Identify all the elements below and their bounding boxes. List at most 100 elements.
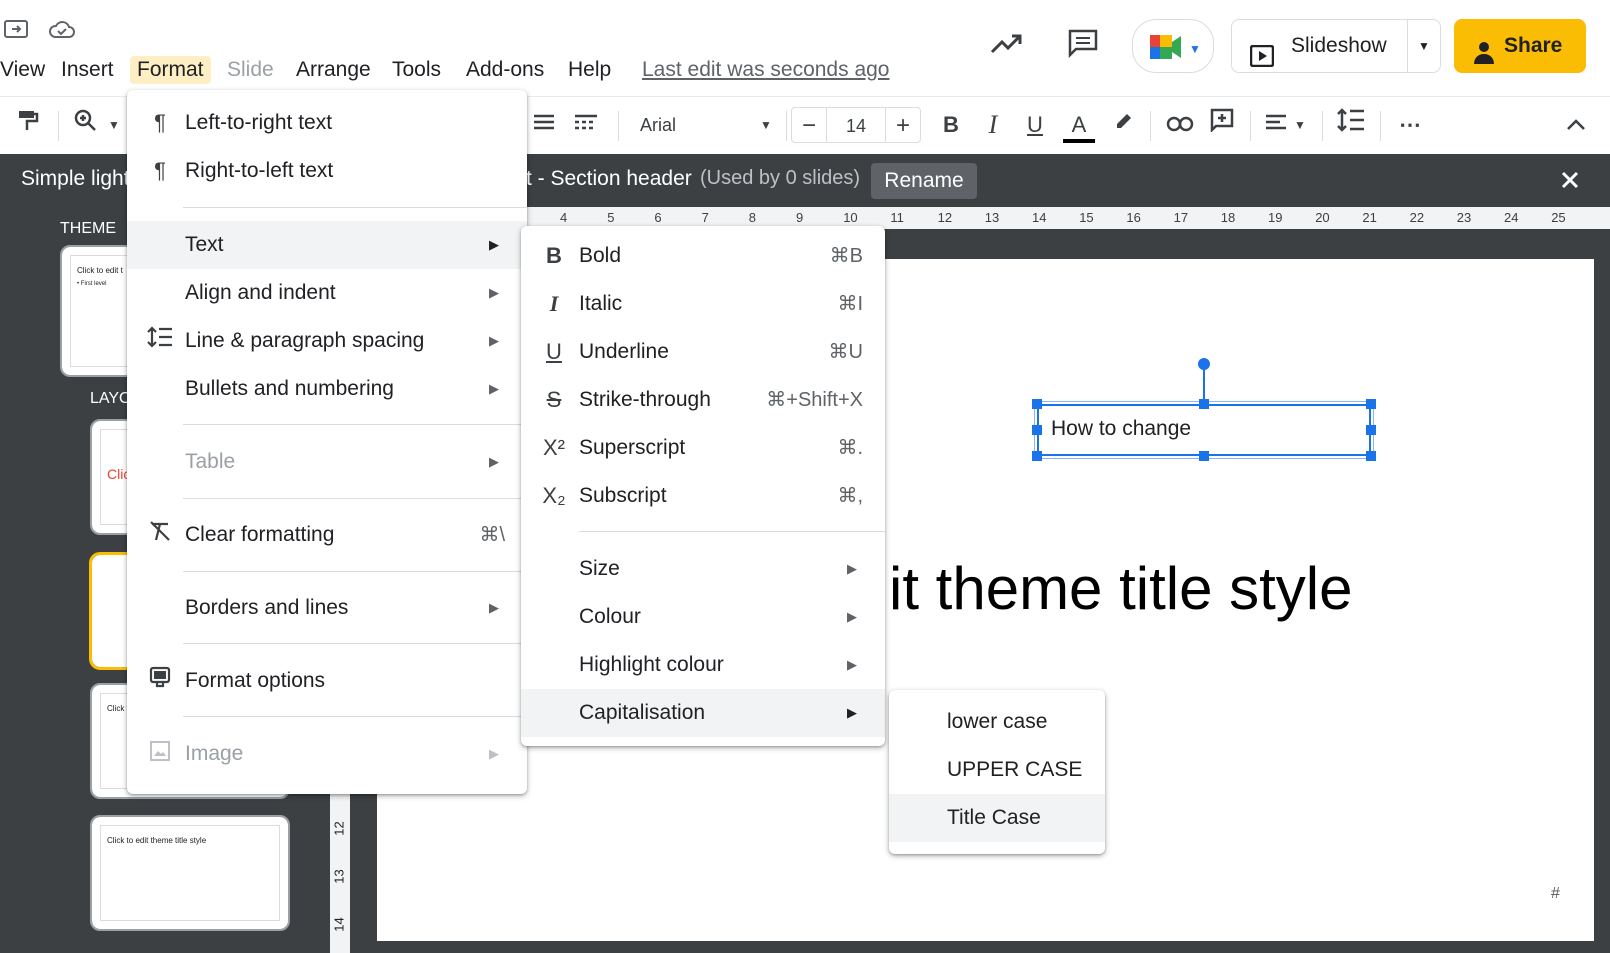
menu-item-superscript[interactable]: X² Superscript ⌘. <box>521 424 885 472</box>
align-justify-icon[interactable] <box>530 107 558 143</box>
cloud-saved-icon[interactable] <box>48 18 76 40</box>
menu-item-line-spacing[interactable]: Line & paragraph spacing ▶ <box>127 317 527 365</box>
toolbar-divider <box>1250 111 1251 141</box>
menu-item-bold[interactable]: B Bold ⌘B <box>521 232 885 280</box>
menu-item-text[interactable]: Text ▶ <box>127 221 527 269</box>
highlight-icon[interactable] <box>1110 107 1138 143</box>
layout-thumbnail[interactable]: Click to edit theme title style <box>90 815 290 931</box>
font-family-select[interactable]: Arial <box>640 107 720 143</box>
resize-handle[interactable] <box>1199 451 1209 461</box>
theme-name: Simple light <box>21 167 130 190</box>
resize-handle[interactable] <box>1032 451 1042 461</box>
slideshow-button[interactable]: Slideshow ▼ <box>1231 19 1441 73</box>
menu-item-clear-formatting[interactable]: Clear formatting ⌘\ <box>127 511 527 559</box>
menu-addons[interactable]: Add-ons <box>459 56 551 84</box>
ruler-tick: 21 <box>1362 210 1377 225</box>
ruler-tick: 7 <box>701 210 709 225</box>
bold-icon[interactable]: B <box>937 107 965 143</box>
menu-item-borders-lines[interactable]: Borders and lines ▶ <box>127 584 527 632</box>
lock-person-icon <box>1472 33 1496 64</box>
rename-button[interactable]: Rename <box>871 163 977 199</box>
toolbar-divider <box>58 111 59 141</box>
resize-handle[interactable] <box>1199 399 1209 409</box>
share-button[interactable]: Share <box>1454 19 1586 73</box>
resize-handle[interactable] <box>1032 425 1042 435</box>
menu-item-rtl-text[interactable]: ¶ Right-to-left text <box>127 147 527 195</box>
increase-font-size-button[interactable]: + <box>885 107 921 143</box>
slide-title-placeholder[interactable]: it theme title style <box>889 554 1353 623</box>
menu-item-shortcut: ⌘. <box>837 437 863 459</box>
align-dropdown-icon[interactable]: ▼ <box>1292 107 1308 143</box>
add-comment-icon[interactable] <box>1208 107 1236 143</box>
menu-item-highlight-colour[interactable]: Highlight colour ▶ <box>521 641 885 689</box>
menu-item-label: Clear formatting <box>185 523 335 546</box>
menu-item-size[interactable]: Size ▶ <box>521 545 885 593</box>
page-number-placeholder[interactable]: # <box>1551 885 1560 903</box>
menu-item-image[interactable]: Image ▶ <box>127 730 527 778</box>
menu-item-shortcut: ⌘+Shift+X <box>766 389 863 411</box>
menu-item-lower-case[interactable]: lower case <box>889 698 1105 746</box>
resize-handle[interactable] <box>1366 399 1376 409</box>
menu-item-subscript[interactable]: X₂ Subscript ⌘, <box>521 472 885 520</box>
menu-item-bullets[interactable]: Bullets and numbering ▶ <box>127 365 527 413</box>
menu-insert[interactable]: Insert <box>54 56 121 84</box>
zoom-dropdown-icon[interactable]: ▼ <box>106 107 122 143</box>
thumbnail-title: Click to edit theme title style <box>107 836 207 845</box>
ruler-tick: 11 <box>890 210 904 225</box>
resize-handle[interactable] <box>1032 399 1042 409</box>
menu-item-label: Format options <box>185 669 326 692</box>
paint-format-icon[interactable] <box>14 107 42 143</box>
resize-handle[interactable] <box>1366 451 1376 461</box>
submenu-arrow-icon: ▶ <box>847 705 857 720</box>
move-to-folder-icon[interactable] <box>4 18 30 40</box>
italic-icon[interactable]: I <box>979 107 1007 143</box>
ruler-tick: 24 <box>1504 210 1519 225</box>
present-icon <box>1249 35 1275 68</box>
collapse-toolbar-icon[interactable] <box>1562 107 1590 143</box>
activity-trend-icon[interactable] <box>990 30 1024 56</box>
insert-link-icon[interactable] <box>1164 107 1196 143</box>
menu-item-capitalisation[interactable]: Capitalisation ▶ <box>521 689 885 737</box>
menu-item-format-options[interactable]: Format options <box>127 657 527 705</box>
text-color-icon[interactable]: A <box>1063 107 1095 143</box>
menu-item-strikethrough[interactable]: S Strike-through ⌘+Shift+X <box>521 376 885 424</box>
share-label: Share <box>1504 34 1563 57</box>
menu-item-colour[interactable]: Colour ▶ <box>521 593 885 641</box>
menu-item-table[interactable]: Table ▶ <box>127 438 527 486</box>
decrease-font-size-button[interactable]: − <box>791 107 827 143</box>
selected-text-box[interactable]: How to change <box>1034 401 1374 459</box>
list-dash-icon[interactable] <box>572 107 600 143</box>
menu-item-italic[interactable]: I Italic ⌘I <box>521 280 885 328</box>
menu-help[interactable]: Help <box>561 56 618 84</box>
menu-item-align-indent[interactable]: Align and indent ▶ <box>127 269 527 317</box>
font-size-input[interactable]: 14 <box>827 107 885 143</box>
close-icon[interactable] <box>1560 170 1580 190</box>
menu-tools[interactable]: Tools <box>385 56 448 84</box>
menu-slide[interactable]: Slide <box>220 56 281 84</box>
superscript-icon: X² <box>543 435 565 460</box>
menu-item-label: Colour <box>579 605 641 628</box>
font-dropdown-icon[interactable]: ▼ <box>758 107 774 143</box>
menu-item-title-case[interactable]: Title Case <box>889 794 1105 842</box>
menu-item-underline[interactable]: U Underline ⌘U <box>521 328 885 376</box>
ruler-tick: 17 <box>1173 210 1189 225</box>
comments-icon[interactable] <box>1067 28 1099 59</box>
menu-arrange[interactable]: Arrange <box>289 56 378 84</box>
rotate-handle[interactable] <box>1198 358 1210 370</box>
menu-item-upper-case[interactable]: UPPER CASE <box>889 746 1105 794</box>
menu-format[interactable]: Format <box>130 56 211 84</box>
text-color-bar <box>1063 139 1095 143</box>
meet-button[interactable]: ▼ <box>1132 19 1214 73</box>
zoom-icon[interactable] <box>70 107 100 143</box>
menu-item-label: Size <box>579 557 620 580</box>
align-left-icon[interactable] <box>1262 107 1290 143</box>
menu-item-ltr-text[interactable]: ¶ Left-to-right text <box>127 99 527 147</box>
resize-handle[interactable] <box>1366 425 1376 435</box>
menu-view[interactable]: View <box>0 56 52 84</box>
last-edit-link[interactable]: Last edit was seconds ago <box>642 56 890 84</box>
slideshow-dropdown-icon[interactable]: ▼ <box>1418 20 1430 72</box>
menu-item-label: Line & paragraph spacing <box>185 329 425 352</box>
line-spacing-icon[interactable] <box>1336 107 1366 143</box>
more-options-icon[interactable]: ⋯ <box>1394 107 1426 143</box>
underline-icon[interactable]: U <box>1021 107 1049 143</box>
